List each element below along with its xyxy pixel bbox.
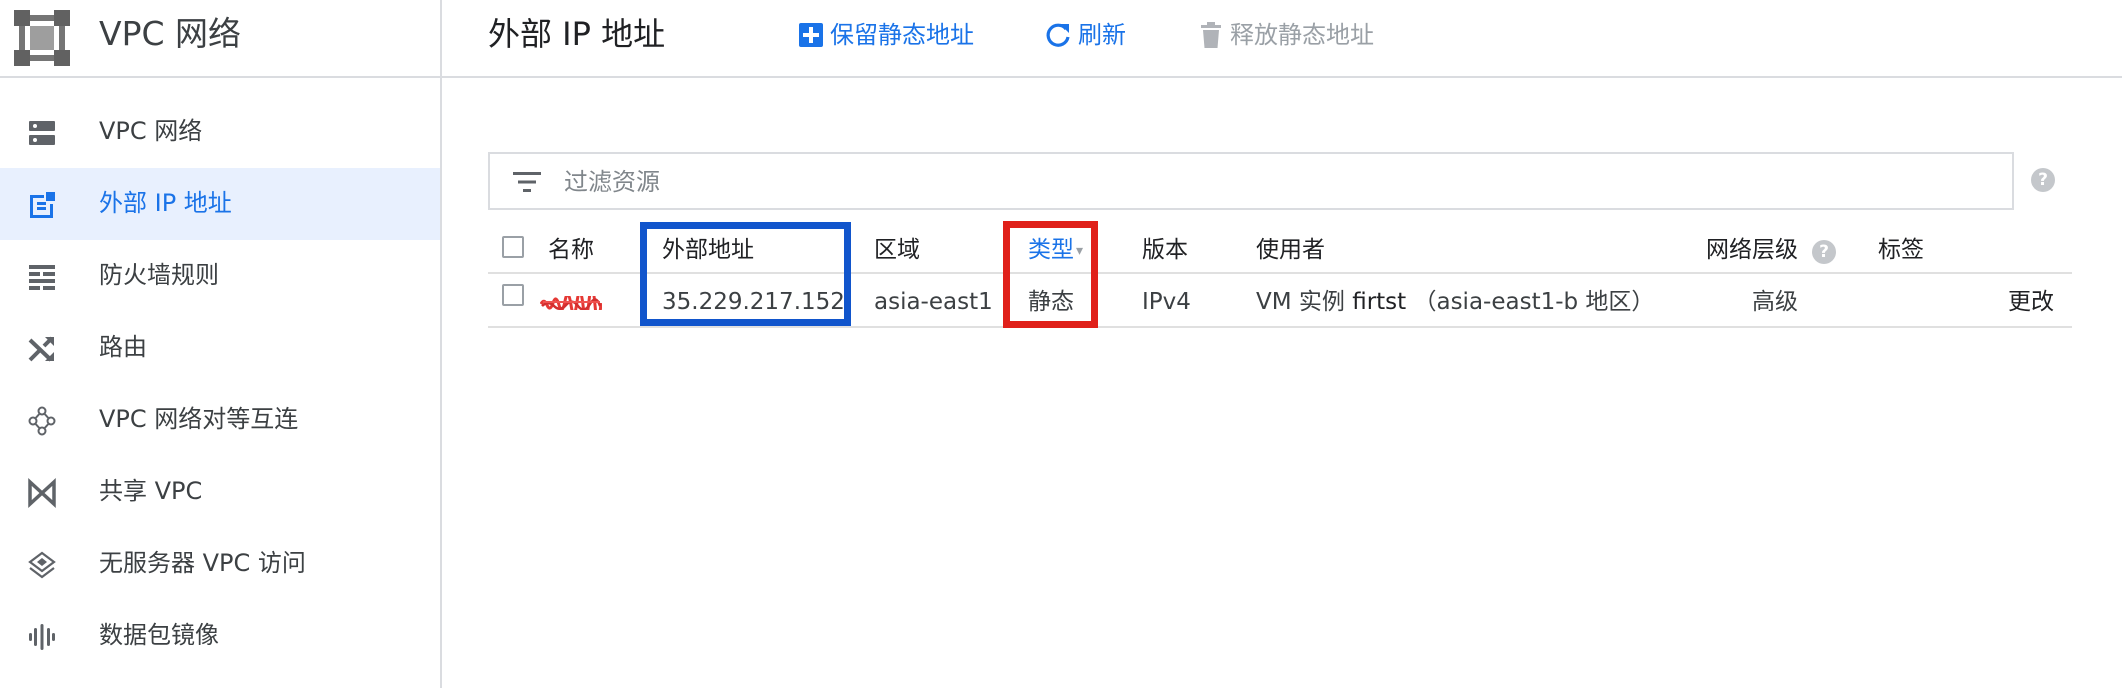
column-header-labels[interactable]: 标签 bbox=[1878, 234, 1924, 266]
filter-input[interactable] bbox=[564, 162, 1964, 202]
sidebar-item-label: 无服务器 VPC 访问 bbox=[99, 549, 306, 577]
sidebar-item-label: 外部 IP 地址 bbox=[99, 189, 232, 217]
sidebar-item-label: VPC 网络对等互连 bbox=[99, 405, 299, 433]
sidebar-item-label: 共享 VPC bbox=[99, 477, 203, 505]
sidebar-item-external-ip[interactable]: 外部 IP 地址 bbox=[0, 168, 440, 240]
sidebar-item-routes[interactable]: 路由 bbox=[0, 312, 440, 384]
change-button[interactable]: 更改 bbox=[2008, 286, 2054, 318]
external-address-highlight-box bbox=[640, 222, 851, 326]
sidebar-item-label: 数据包镜像 bbox=[99, 621, 219, 649]
vpc-network-logo-icon bbox=[14, 10, 70, 66]
sidebar-item-peering[interactable]: VPC 网络对等互连 bbox=[0, 384, 440, 456]
redacted-name-scribble bbox=[540, 296, 602, 310]
release-static-address-button[interactable]: 释放静态地址 bbox=[1198, 16, 1374, 54]
trash-icon bbox=[1201, 22, 1221, 48]
reserve-static-address-label: 保留静态地址 bbox=[830, 21, 974, 49]
user-value: VM 实例 firtst （asia-east1-b 地区） bbox=[1256, 286, 1654, 318]
reserve-static-address-button[interactable]: 保留静态地址 bbox=[798, 16, 974, 54]
region-value: asia-east1 bbox=[874, 289, 993, 315]
network-tier-value: 高级 bbox=[1752, 289, 1798, 315]
column-header-user[interactable]: 使用者 bbox=[1256, 234, 1325, 266]
sidebar: VPC 网络 VPC 网络 外部 IP 地址 防火墙规则 路由 VPC 网络对等… bbox=[0, 0, 442, 688]
sidebar-nav: VPC 网络 外部 IP 地址 防火墙规则 路由 VPC 网络对等互连 共享 V… bbox=[0, 96, 440, 672]
type-highlight-box bbox=[1003, 221, 1098, 328]
column-header-network-tier[interactable]: 网络层级 bbox=[1706, 234, 1798, 266]
sidebar-item-label: 路由 bbox=[99, 333, 147, 361]
filter-help-icon[interactable]: ? bbox=[2031, 168, 2055, 192]
column-header-version[interactable]: 版本 bbox=[1142, 234, 1188, 266]
sidebar-item-shared-vpc[interactable]: 共享 VPC bbox=[0, 456, 440, 528]
peering-icon bbox=[28, 406, 56, 436]
column-header-name[interactable]: 名称 bbox=[548, 234, 594, 266]
refresh-button[interactable]: 刷新 bbox=[1044, 16, 1126, 54]
network-tier-help-icon[interactable]: ? bbox=[1812, 240, 1836, 264]
sidebar-item-firewall[interactable]: 防火墙规则 bbox=[0, 240, 440, 312]
refresh-label: 刷新 bbox=[1078, 21, 1126, 49]
add-box-icon bbox=[799, 23, 823, 47]
row-checkbox[interactable] bbox=[502, 284, 524, 306]
filter-bar[interactable] bbox=[488, 152, 2014, 210]
sidebar-item-serverless-vpc[interactable]: 无服务器 VPC 访问 bbox=[0, 528, 440, 600]
routes-icon bbox=[28, 336, 54, 362]
sidebar-item-label: 防火墙规则 bbox=[99, 261, 219, 289]
user-zone: （asia-east1-b 地区） bbox=[1413, 289, 1655, 315]
sidebar-item-vpc-network[interactable]: VPC 网络 bbox=[0, 96, 440, 168]
user-prefix: VM 实例 bbox=[1256, 289, 1345, 315]
sidebar-item-label: VPC 网络 bbox=[99, 117, 203, 145]
select-all-checkbox[interactable] bbox=[502, 236, 524, 258]
packet-mirroring-icon bbox=[29, 624, 55, 650]
version-value: IPv4 bbox=[1142, 289, 1191, 315]
page-header: 外部 IP 地址 保留静态地址 刷新 释放静态地址 bbox=[442, 0, 2122, 78]
sidebar-item-packet-mirroring[interactable]: 数据包镜像 bbox=[0, 600, 440, 672]
sidebar-title: VPC 网络 bbox=[99, 14, 242, 53]
external-ip-icon bbox=[30, 192, 55, 218]
vpc-network-icon bbox=[29, 121, 55, 145]
release-static-address-label: 释放静态地址 bbox=[1230, 21, 1374, 49]
serverless-vpc-icon bbox=[28, 551, 56, 579]
firewall-icon bbox=[29, 265, 55, 290]
vm-instance-link[interactable]: firtst bbox=[1352, 289, 1406, 315]
shared-vpc-icon bbox=[28, 478, 56, 508]
column-header-region[interactable]: 区域 bbox=[874, 234, 920, 266]
refresh-icon bbox=[1046, 23, 1070, 47]
filter-icon bbox=[513, 172, 541, 192]
sidebar-header: VPC 网络 bbox=[0, 0, 440, 78]
page-title: 外部 IP 地址 bbox=[488, 15, 666, 53]
